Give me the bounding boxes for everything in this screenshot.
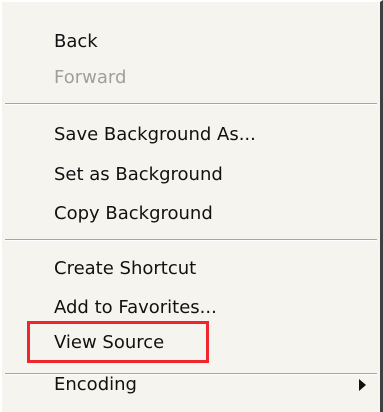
menu-item-set-as-background[interactable]: Set as Background xyxy=(54,158,223,192)
context-menu: Back Forward Save Background As... Set a… xyxy=(0,0,383,412)
submenu-arrow-icon xyxy=(359,379,366,391)
menu-separator xyxy=(5,239,377,241)
menu-item-forward: Forward xyxy=(54,67,127,88)
menu-item-back[interactable]: Back xyxy=(54,25,98,59)
menu-item-create-shortcut[interactable]: Create Shortcut xyxy=(54,252,196,286)
menu-item-save-background-as[interactable]: Save Background As... xyxy=(54,118,256,152)
menu-item-copy-background[interactable]: Copy Background xyxy=(54,197,213,231)
menu-item-add-to-favorites[interactable]: Add to Favorites... xyxy=(54,291,217,325)
menu-item-encoding[interactable]: Encoding xyxy=(54,368,137,402)
view-source-highlight xyxy=(27,321,209,363)
menu-separator xyxy=(5,103,377,105)
